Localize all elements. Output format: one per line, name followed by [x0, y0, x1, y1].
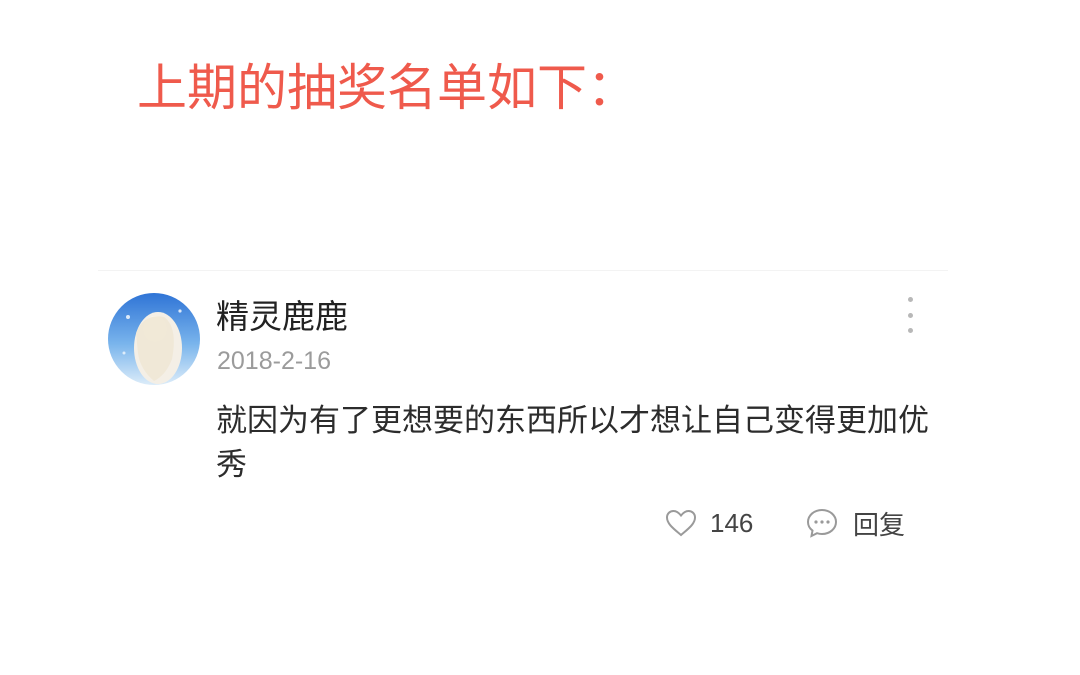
comment-date: 2018-2-16	[217, 347, 331, 375]
reply-label: 回复	[853, 510, 906, 541]
username[interactable]: 精灵鹿鹿	[216, 295, 348, 339]
avatar[interactable]	[108, 293, 200, 385]
headline: 上期的抽奖名单如下：	[137, 59, 637, 117]
like-count: 146	[710, 507, 754, 538]
comment-card: 精灵鹿鹿 2018-2-16 就因为有了更想要的东西所以才想让自己变得更加优秀 …	[98, 270, 948, 571]
reply-button[interactable]: 回复	[805, 505, 905, 541]
like-button[interactable]: 146	[664, 505, 753, 541]
heart-outline-icon	[665, 509, 697, 537]
comment-text: 就因为有了更想要的东西所以才想让自己变得更加优秀	[216, 403, 929, 483]
speech-bubble-icon	[806, 508, 838, 538]
vertical-ellipsis-icon	[907, 297, 913, 302]
more-options-button[interactable]	[894, 297, 926, 333]
